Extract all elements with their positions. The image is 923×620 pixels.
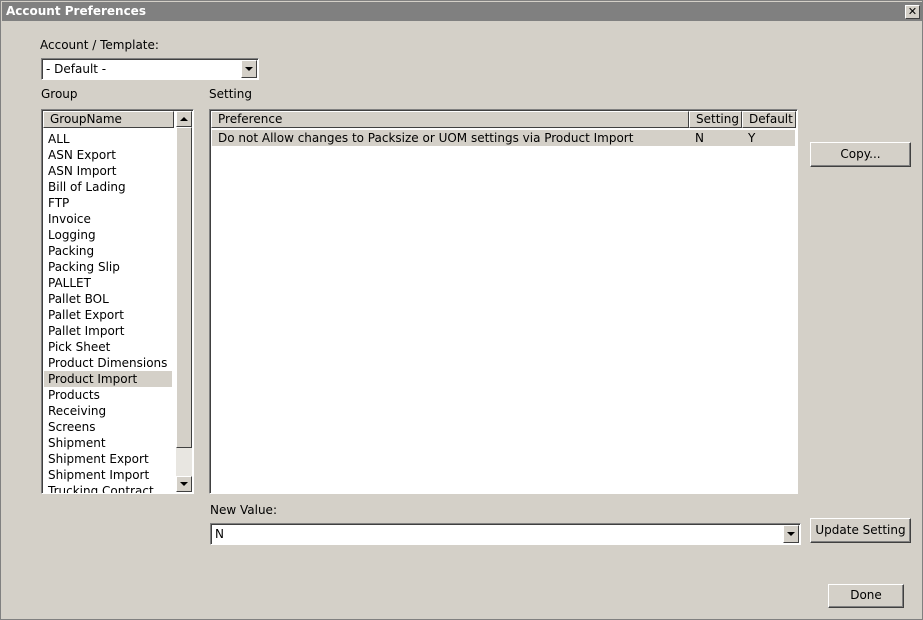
- chevron-down-icon[interactable]: [783, 525, 799, 543]
- group-list-item[interactable]: Packing: [44, 243, 172, 259]
- group-list-item[interactable]: Receiving: [44, 403, 172, 419]
- group-list-item[interactable]: Pallet BOL: [44, 291, 172, 307]
- group-list-item[interactable]: Shipment Export: [44, 451, 172, 467]
- group-list-item[interactable]: PALLET: [44, 275, 172, 291]
- scrollbar-thumb[interactable]: [176, 127, 192, 448]
- group-list-item[interactable]: ALL: [44, 131, 172, 147]
- scroll-down-arrow-icon[interactable]: [176, 476, 192, 492]
- group-list-item[interactable]: ASN Export: [44, 147, 172, 163]
- done-button[interactable]: Done: [828, 584, 904, 608]
- account-template-select[interactable]: - Default -: [41, 58, 259, 80]
- table-row[interactable]: Do not Allow changes to Packsize or UOM …: [212, 130, 795, 146]
- group-list-item[interactable]: Screens: [44, 419, 172, 435]
- group-list-item[interactable]: Bill of Lading: [44, 179, 172, 195]
- group-list[interactable]: GroupName ALL ASN Export ASN Import Bill of…: [41, 109, 194, 494]
- preference-cell: Do not Allow changes to Packsize or UOM …: [218, 131, 634, 145]
- title-bar: Account Preferences ✕: [2, 2, 923, 21]
- chevron-down-icon[interactable]: [241, 60, 257, 78]
- update-setting-button[interactable]: Update Setting: [810, 518, 911, 543]
- close-icon[interactable]: ✕: [905, 5, 920, 19]
- new-value-label: New Value:: [210, 503, 277, 517]
- group-list-item[interactable]: Pick Sheet: [44, 339, 172, 355]
- setting-column-header[interactable]: Setting: [689, 111, 742, 128]
- group-list-scrollbar[interactable]: [176, 111, 192, 492]
- group-list-item[interactable]: Pallet Export: [44, 307, 172, 323]
- group-list-item[interactable]: Trucking Contract: [44, 483, 172, 493]
- preference-column-header[interactable]: Preference: [211, 111, 689, 128]
- group-list-item[interactable]: Products: [44, 387, 172, 403]
- group-label: Group: [41, 87, 78, 101]
- group-list-item[interactable]: Packing Slip: [44, 259, 172, 275]
- group-list-item[interactable]: Shipment: [44, 435, 172, 451]
- new-value-value: N: [215, 527, 224, 541]
- scroll-up-arrow-icon[interactable]: [176, 111, 192, 127]
- account-template-value: - Default -: [46, 62, 107, 76]
- new-value-select[interactable]: N: [210, 523, 801, 545]
- group-list-item[interactable]: Pallet Import: [44, 323, 172, 339]
- account-template-label: Account / Template:: [40, 38, 159, 52]
- settings-table[interactable]: Preference Setting Default Do not Allow …: [209, 109, 798, 494]
- group-list-item[interactable]: Invoice: [44, 211, 172, 227]
- group-list-item[interactable]: Shipment Import: [44, 467, 172, 483]
- window-title: Account Preferences: [6, 4, 146, 18]
- account-preferences-window: Account Preferences ✕ Account / Template…: [0, 0, 923, 620]
- groupname-column-header[interactable]: GroupName: [43, 111, 174, 128]
- default-cell: Y: [748, 131, 756, 145]
- group-list-item[interactable]: FTP: [44, 195, 172, 211]
- group-list-item[interactable]: Logging: [44, 227, 172, 243]
- copy-button[interactable]: Copy...: [810, 142, 911, 167]
- group-list-item[interactable]: Product Dimensions: [44, 355, 172, 371]
- setting-label: Setting: [209, 87, 252, 101]
- group-list-item[interactable]: ASN Import: [44, 163, 172, 179]
- default-column-header[interactable]: Default: [742, 111, 796, 128]
- setting-cell: N: [695, 131, 704, 145]
- group-list-item[interactable]: Product Import: [44, 371, 172, 387]
